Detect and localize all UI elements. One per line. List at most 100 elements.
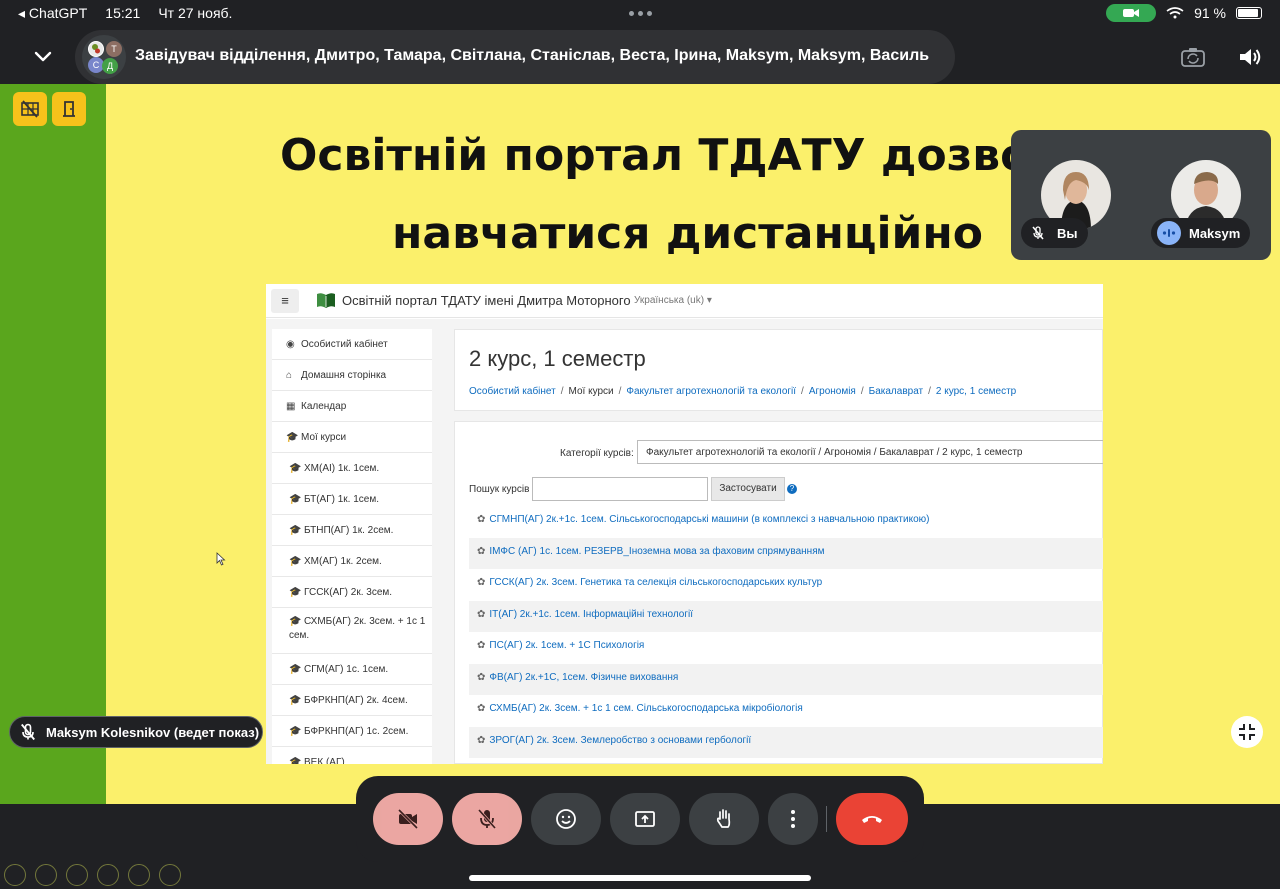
language-select: Українська (uk) ▾ <box>634 295 712 306</box>
calendar-icon: ▦ <box>286 401 296 412</box>
self-name-chip: Вы <box>1021 218 1088 248</box>
graduation-cap-icon: 🎓 <box>289 463 302 474</box>
sidebar-item-label: БФРКНП(АГ) 2к. 4сем. <box>304 695 408 706</box>
hand-icon <box>716 809 731 828</box>
slide-next-icon <box>35 864 57 886</box>
home-icon: ⌂ <box>286 370 293 381</box>
course-icon: ✿ <box>477 608 486 620</box>
course-link: ЗРОГ(АГ) 2к. 3сем. Землеробство з основа… <box>489 734 752 746</box>
mic-off-icon <box>1027 222 1049 244</box>
sidebar-item-label: ХМ(АГ) 1к. 2сем. <box>304 556 382 567</box>
presenter-label: Maksym Kolesnikov (ведет показ) <box>46 724 260 740</box>
page-header-box: 2 курс, 1 семестр Особистий кабінет / Мої … <box>454 329 1103 411</box>
slide-title-line-1: Освітній портал ТДАТУ дозвол <box>280 130 1040 181</box>
breadcrumb-item: Особистий кабінет <box>469 386 556 397</box>
hang-up-icon <box>862 816 882 823</box>
sidebar-item: 🎓 БТНП(АГ) 1к. 2сем. <box>272 515 432 546</box>
exit-presentation-button[interactable] <box>52 92 86 126</box>
graduation-cap-icon: 🎓 <box>289 726 302 737</box>
status-date: Чт 27 нояб. <box>158 5 233 21</box>
self-name: Вы <box>1057 225 1078 241</box>
book-logo-icon <box>317 293 335 308</box>
mouse-cursor-icon <box>216 552 226 566</box>
course-link: ФВ(АГ) 2к.+1С, 1сем. Фізичне виховання <box>489 671 679 683</box>
avatar: Т <box>106 41 122 57</box>
apply-button: Застосувати <box>711 477 785 501</box>
mic-off-icon <box>21 723 35 741</box>
participant-tiles[interactable]: Вы Maksym <box>1011 130 1271 260</box>
sidebar-item: 🎓 СГМ(АГ) 1с. 1сем. <box>272 654 432 685</box>
sidebar-item-label: СГМ(АГ) 1с. 1сем. <box>304 664 389 675</box>
graduation-cap-icon: 🎓 <box>289 616 302 627</box>
course-row: ✿ ГССК(АГ) 2к. 3сем. Генетика та селекція… <box>469 569 1103 601</box>
speaker-icon[interactable] <box>1237 44 1263 70</box>
zoom-icon <box>128 864 150 886</box>
wifi-icon <box>1166 7 1184 19</box>
slide-title: Освітній портал ТДАТУ дозвол навчатися д… <box>280 117 1040 273</box>
chevron-down-icon[interactable] <box>30 46 56 66</box>
sidebar-item: 🎓 ВЕК (АГ) <box>272 747 432 764</box>
end-call-button[interactable] <box>836 793 908 845</box>
switch-camera-icon[interactable] <box>1180 44 1206 70</box>
more-options-button[interactable] <box>768 793 818 845</box>
sidebar-item: 🎓 Мої курси <box>272 422 432 453</box>
controls-divider <box>826 806 827 832</box>
course-list-box: Категорії курсів: Факультет агротехнолог… <box>454 421 1103 764</box>
portal-screenshot: ≡ Освітній портал ТДАТУ імені Дмитра Мот… <box>266 284 1103 764</box>
back-to-app-link[interactable]: ◂ ChatGPT <box>18 5 87 22</box>
course-row: ✿ СГМНП(АГ) 2к.+1с. 1сем. Сільськогоспода… <box>469 506 1103 538</box>
mic-off-icon <box>477 809 497 829</box>
course-row: ✿ ПС(АГ) 2к. 1сем. + 1С Психологія <box>469 632 1103 664</box>
home-indicator[interactable] <box>469 875 811 881</box>
multitasking-dots[interactable] <box>629 11 652 16</box>
slides-grid-icon <box>97 864 119 886</box>
sidebar-item: ▦ Календар <box>272 391 432 422</box>
sidebar-item-label: Мої курси <box>301 432 347 443</box>
sidebar-item-label: БТНП(АГ) 1к. 2сем. <box>304 525 394 536</box>
call-controls <box>356 776 924 862</box>
menu-icon: ≡ <box>271 289 299 313</box>
present-screen-button[interactable] <box>610 793 680 845</box>
camera-toggle-button[interactable] <box>373 793 443 845</box>
camera-off-icon <box>397 808 419 830</box>
sidebar-item-label: Особистий кабінет <box>301 339 388 350</box>
portal-sidebar: ◉ Особистий кабінет ⌂ Домашня сторінка ▦ Кале… <box>272 329 432 764</box>
participant-avatars: Т С Д <box>82 35 126 79</box>
breadcrumb-separator: / <box>618 386 622 397</box>
sidebar-item-label: ХМ(АІ) 1к. 1сем. <box>304 463 380 474</box>
course-icon: ✿ <box>477 734 486 746</box>
breadcrumb-separator: / <box>560 386 564 397</box>
course-link: ІТ(АГ) 2к.+1с. 1сем. Інформаційні технол… <box>489 608 694 620</box>
portal-navbar: ≡ Освітній портал ТДАТУ імені Дмитра Мот… <box>266 284 1103 318</box>
breadcrumb-separator: / <box>928 386 931 397</box>
graduation-cap-icon: 🎓 <box>289 556 302 567</box>
presentation-tool-button[interactable] <box>13 92 47 126</box>
breadcrumb-item: Бакалаврат <box>868 386 924 397</box>
course-list: ✿ СГМНП(АГ) 2к.+1с. 1сем. Сільськогоспода… <box>469 506 1103 758</box>
portal-site-title: Освітній портал ТДАТУ імені Дмитра Мотор… <box>342 293 631 308</box>
sidebar-item-label: ВЕК (АГ) <box>304 757 345 764</box>
mic-toggle-button[interactable] <box>452 793 522 845</box>
sidebar-item: 🎓 ХМ(АГ) 1к. 2сем. <box>272 546 432 577</box>
exit-fullscreen-button[interactable] <box>1231 716 1263 748</box>
sidebar-item-label: Календар <box>301 401 347 412</box>
course-row: ✿ ІТ(АГ) 2к.+1с. 1сем. Інформаційні техно… <box>469 600 1103 632</box>
camera-indicator-icon <box>1106 4 1157 22</box>
graduation-cap-icon: 🎓 <box>289 494 302 505</box>
speaking-indicator-icon <box>1157 221 1181 245</box>
sidebar-item: ◉ Особистий кабінет <box>272 329 432 360</box>
participants-pill[interactable]: Т С Д Завідувач відділення, Дмитро, Тама… <box>75 30 955 84</box>
raise-hand-button[interactable] <box>689 793 759 845</box>
sidebar-item-label: Домашня сторінка <box>301 370 387 381</box>
graduation-cap-icon: 🎓 <box>289 757 302 764</box>
reactions-button[interactable] <box>531 793 601 845</box>
grid-off-icon <box>21 100 39 118</box>
portal-body: ◉ Особистий кабінет ⌂ Домашня сторінка ▦ Кале… <box>266 319 1103 764</box>
course-link: ІМФС (АГ) 1с. 1сем. РЕЗЕРВ_Іноземна мова… <box>489 545 825 557</box>
graduation-cap-icon: 🎓 <box>289 695 302 706</box>
course-row: ✿ ЗРОГ(АГ) 2к. 3сем. Землеробство з основ… <box>469 726 1103 758</box>
search-label: Пошук курсів <box>469 484 530 495</box>
pen-tool-icon <box>66 864 88 886</box>
course-link: ГССК(АГ) 2к. 3сем. Генетика та селекція … <box>489 577 823 588</box>
course-icon: ✿ <box>477 514 486 525</box>
